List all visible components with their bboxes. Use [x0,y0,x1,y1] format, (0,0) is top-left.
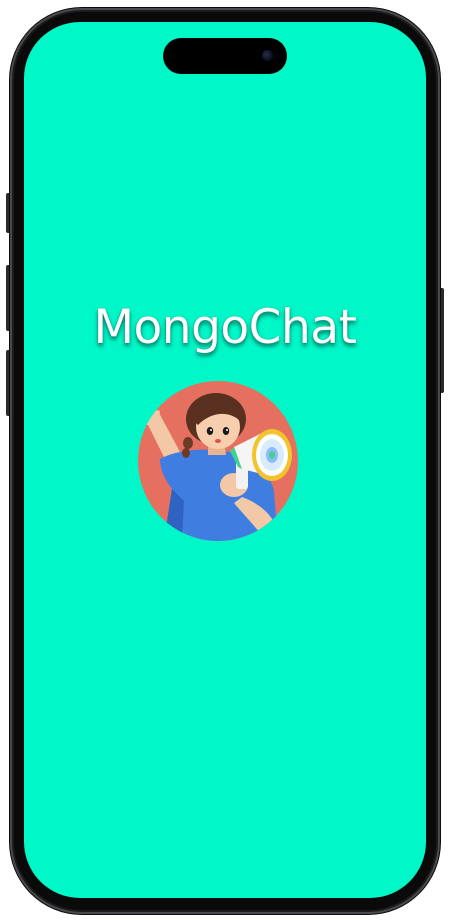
splash-screen: MongoChat [24,22,426,898]
dynamic-island [163,38,287,74]
camera-icon [262,50,273,61]
app-title: MongoChat [93,300,357,355]
device-mockup: MongoChat [0,0,450,920]
person-with-megaphone-illustration-icon [138,381,298,541]
